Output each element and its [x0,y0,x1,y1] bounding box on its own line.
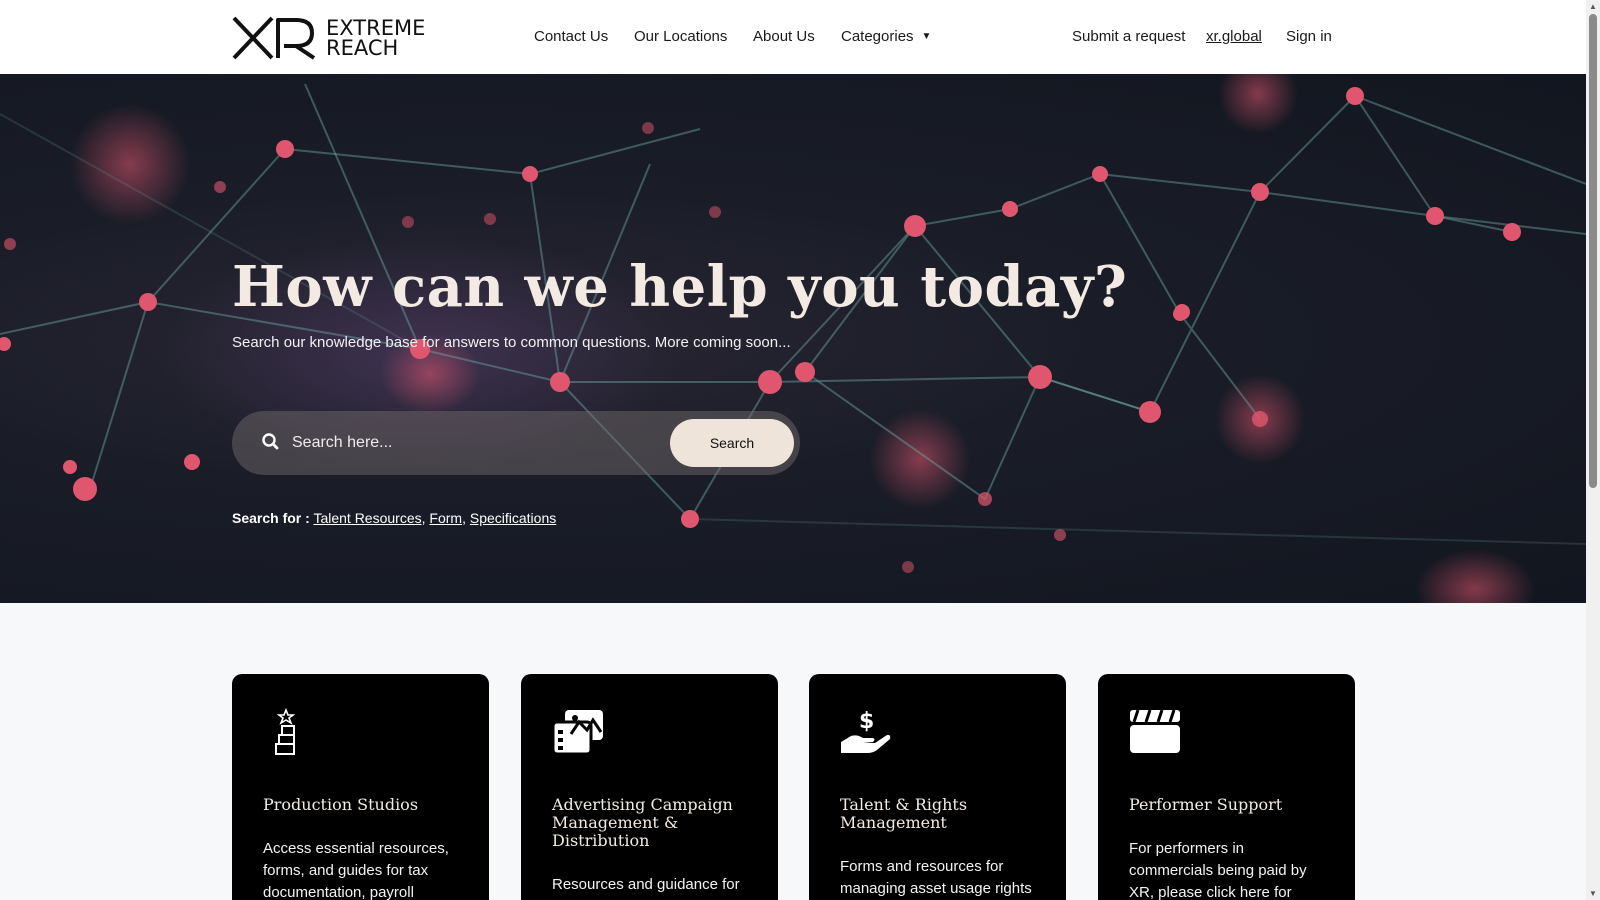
nav-sign-in[interactable]: Sign in [1286,28,1332,45]
nav-xr-global[interactable]: xr.global [1206,28,1262,45]
search-input[interactable] [292,425,632,461]
hero-section: How can we help you today? Search our kn… [0,74,1586,603]
card-performer-support[interactable]: Performer Support For performers in comm… [1098,674,1355,900]
nav-categories-dropdown[interactable]: Categories ▼ [841,28,931,45]
nav-our-locations[interactable]: Our Locations [634,28,727,45]
card-title: Performer Support [1129,795,1283,814]
card-description: Forms and resources for managing asset u… [840,858,1032,897]
hero-subtitle: Search our knowledge base for answers to… [232,334,791,351]
chevron-down-icon: ▼ [921,31,932,42]
logo-line-2: REACH [326,36,399,60]
clapperboard-icon [1130,709,1180,753]
suggestion-form[interactable]: Form [429,510,462,526]
logo-wordmark: EXTREME REACH [326,16,426,60]
card-title: Talent & Rights Management [840,795,968,832]
nav-about-us[interactable]: About Us [753,28,815,45]
search-for-label: Search for : [232,510,310,526]
suggestion-talent-resources[interactable]: Talent Resources [313,510,421,526]
page-scrollbar[interactable]: ▲ ▼ [1586,0,1600,900]
svg-text:$: $ [859,709,874,734]
hero-title: How can we help you today? [232,254,1128,320]
nav-contact-us[interactable]: Contact Us [534,28,608,45]
site-header: EXTREME REACH Contact Us Our Locations A… [0,0,1586,74]
scroll-down-arrow-icon[interactable]: ▼ [1589,889,1597,898]
card-talent-rights[interactable]: $ Talent & Rights Management Forms and r… [809,674,1066,900]
card-title: Production Studios [263,795,419,814]
photo-gallery-icon [551,710,603,756]
hand-dollar-icon: $ [841,709,891,753]
card-advertising-campaign[interactable]: Advertising Campaign Management & Distri… [521,674,778,900]
card-description: For performers in commercials being paid… [1129,840,1307,900]
search-button[interactable]: Search [670,419,794,467]
xr-logo-mark [232,16,316,60]
search-icon [262,433,279,450]
search-bar: Search [232,411,800,475]
nav-categories-label: Categories [841,28,914,45]
card-title: Advertising Campaign Management & Distri… [552,795,733,850]
card-description: Access essential resources, forms, and g… [263,840,449,900]
search-suggestions: Search for : Talent Resources, Form, Spe… [232,510,557,526]
category-cards: Production Studios Access essential reso… [232,674,1355,900]
logo-line-1: EXTREME [326,16,426,40]
card-description: Resources and guidance for [552,876,740,893]
extreme-reach-logo[interactable]: EXTREME REACH [232,16,425,60]
nav-submit-request[interactable]: Submit a request [1072,28,1185,45]
scroll-up-arrow-icon[interactable]: ▲ [1589,2,1597,11]
suggestion-specifications[interactable]: Specifications [470,510,556,526]
stacked-box-star-icon [275,708,296,755]
scrollbar-thumb[interactable] [1589,14,1597,488]
card-production-studios[interactable]: Production Studios Access essential reso… [232,674,489,900]
